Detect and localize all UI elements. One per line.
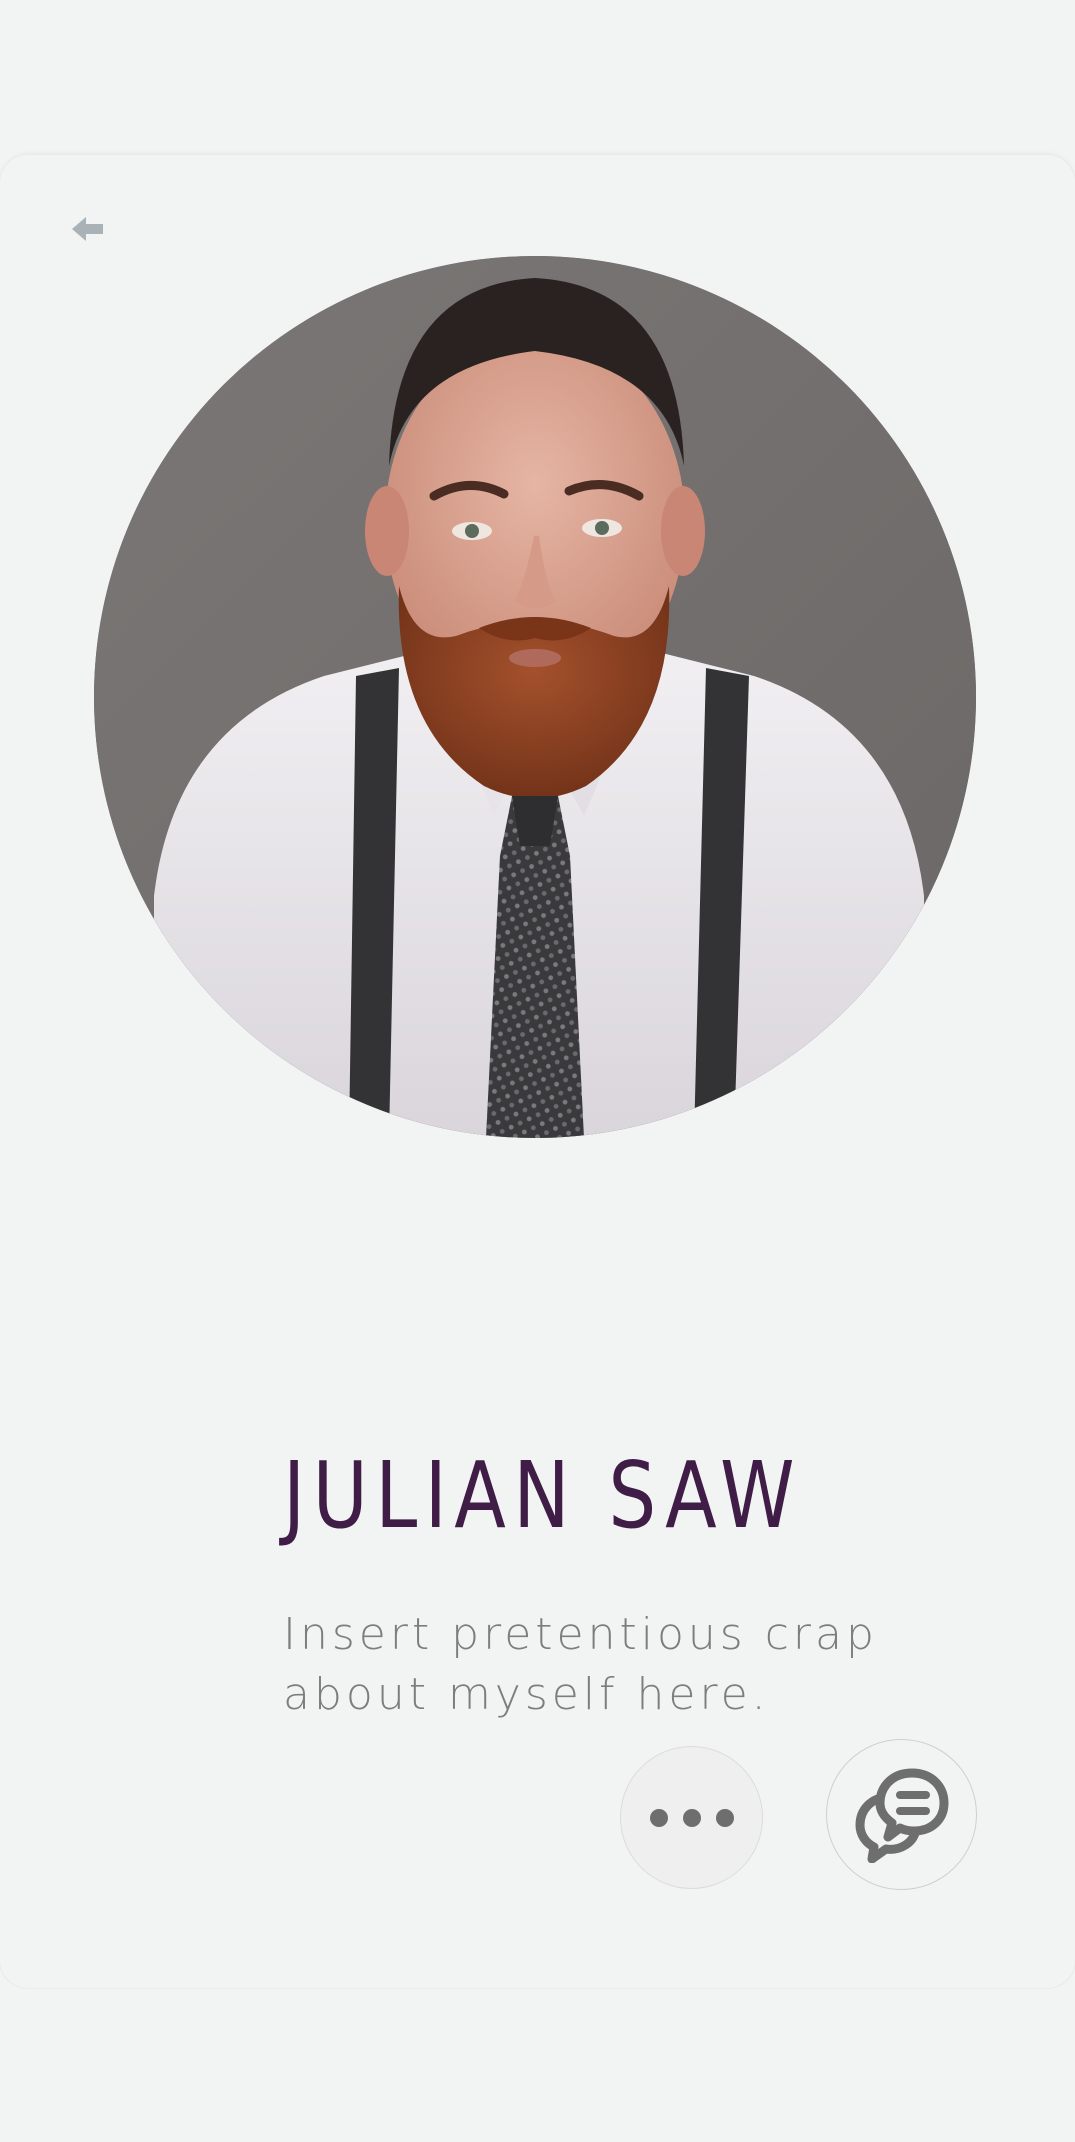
message-button[interactable] [826,1739,977,1890]
profile-name: JULIAN SAW [283,1442,802,1549]
more-options-button[interactable] [620,1746,763,1889]
arrow-left-icon [72,217,103,241]
profile-bio: Insert pretentious crap about myself her… [283,1609,878,1720]
profile-photo [94,256,976,1138]
chat-bubbles-icon [855,1768,948,1863]
more-horizontal-icon [649,1808,734,1827]
back-button[interactable] [66,207,110,251]
profile-card: JULIAN SAW Insert pretentious crap about… [0,155,1075,1988]
